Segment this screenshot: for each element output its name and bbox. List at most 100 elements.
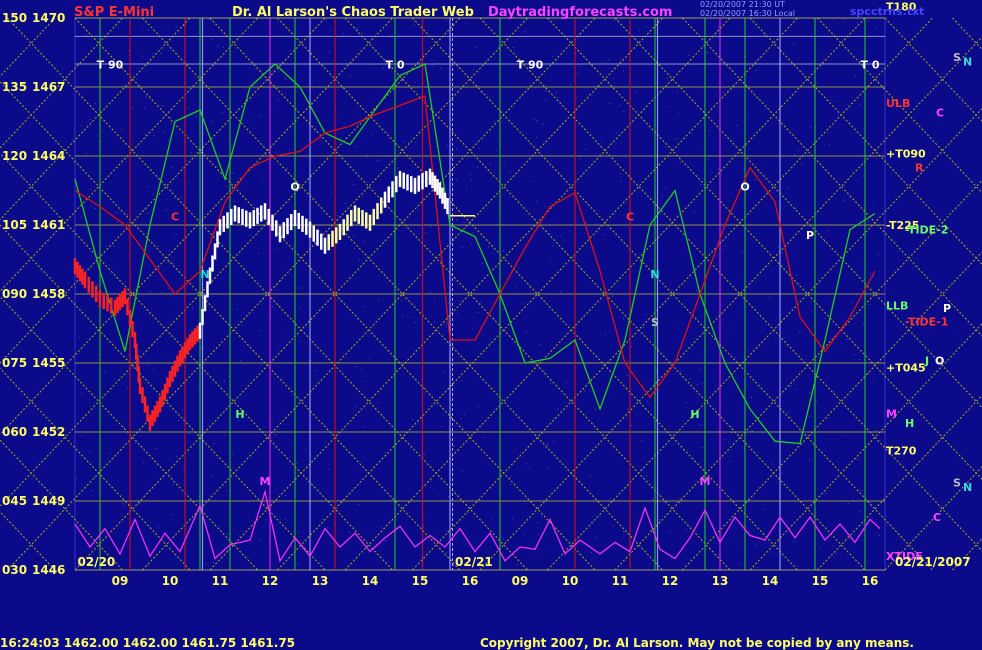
dot (439, 494, 441, 496)
dot (679, 497, 681, 499)
dot (296, 462, 298, 464)
dot (613, 77, 615, 79)
dot (758, 98, 760, 100)
dot (126, 214, 128, 216)
dot (444, 323, 446, 325)
dot (456, 148, 458, 150)
dot (502, 250, 504, 252)
dot (715, 93, 717, 95)
dot (362, 306, 364, 308)
dot (696, 290, 698, 292)
dot (135, 442, 137, 444)
dot (713, 532, 715, 534)
dot (594, 409, 596, 411)
side-label: N (963, 56, 972, 69)
dot (94, 103, 96, 105)
dot (798, 149, 800, 151)
dot (626, 375, 628, 377)
dot (655, 370, 657, 372)
dot (843, 185, 845, 187)
dot (496, 223, 498, 225)
dot (771, 463, 773, 465)
dot (152, 369, 154, 371)
dot (847, 503, 849, 505)
dot (620, 181, 622, 183)
dot (790, 385, 792, 387)
dot (152, 193, 154, 195)
dot (646, 400, 648, 402)
x-tick-label-day1: 15 (412, 574, 429, 588)
dot (544, 90, 546, 92)
header-site-link[interactable]: Daytradingforecasts.com (488, 5, 672, 20)
dot (354, 406, 356, 408)
dot (734, 357, 736, 359)
dot (222, 112, 223, 114)
dot (223, 380, 225, 382)
dot (345, 203, 347, 205)
dot (781, 252, 783, 254)
dot (227, 533, 229, 535)
dot (555, 92, 557, 94)
dot (132, 140, 134, 142)
dot (551, 550, 553, 552)
dot (546, 467, 548, 469)
dot (167, 262, 169, 264)
dot (286, 167, 288, 169)
dot (205, 563, 207, 565)
dot (773, 332, 775, 334)
dot (212, 457, 214, 459)
dot (232, 453, 234, 455)
dot (812, 311, 814, 313)
dot (173, 197, 175, 199)
dot (354, 145, 356, 147)
dot (465, 23, 467, 25)
dot (261, 181, 263, 183)
dot (751, 397, 753, 399)
level-label: +T045 (886, 362, 926, 375)
dot (494, 121, 496, 123)
x-tick-label-day2: 13 (712, 574, 729, 588)
dot (225, 185, 227, 187)
dot (878, 253, 880, 255)
dot (96, 135, 98, 137)
y-tick-price: 1455 (32, 356, 65, 370)
dot (80, 124, 82, 126)
dot (328, 468, 330, 470)
dot (846, 338, 848, 340)
y-tick-price: 1464 (32, 149, 65, 163)
dot (325, 441, 327, 443)
dot (809, 416, 811, 418)
dot (172, 189, 174, 191)
dot (843, 199, 845, 201)
dot (700, 424, 702, 426)
dot (615, 132, 617, 134)
dot (503, 165, 505, 167)
chart-annotation: P (806, 229, 814, 242)
side-label: C (936, 106, 944, 119)
dot (226, 490, 228, 492)
dot (646, 265, 648, 267)
dot (147, 364, 149, 366)
dot (481, 263, 483, 265)
dot (857, 458, 859, 460)
x-tick-label-day1: 11 (212, 574, 229, 588)
dot (430, 480, 432, 482)
dot (124, 427, 126, 429)
side-label: R (915, 162, 924, 175)
dot (237, 535, 239, 537)
dot (479, 302, 481, 304)
dot (859, 104, 861, 106)
dot (869, 303, 871, 305)
dot (525, 463, 527, 465)
dot (873, 201, 875, 203)
side-label: P (943, 302, 951, 315)
dot (857, 22, 859, 24)
dot (809, 392, 811, 394)
chart-annotation: O (290, 181, 299, 194)
dot (157, 526, 159, 528)
dot (747, 116, 749, 118)
dot (113, 245, 115, 247)
dot (298, 287, 300, 289)
dot (685, 528, 687, 530)
dot (490, 517, 492, 519)
